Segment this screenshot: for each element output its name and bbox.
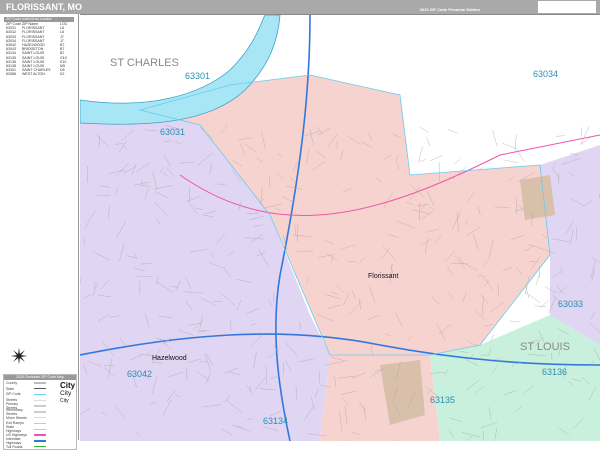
zip-table-row: 63386WEST ALTONK2 [4, 72, 74, 76]
zip-table-cell: K2 [60, 72, 64, 76]
legend-swatch [34, 434, 46, 436]
legend-swatch [34, 429, 46, 431]
zip-label: 63033 [558, 299, 583, 309]
legend-label: County [6, 381, 30, 385]
legend-swatch [34, 423, 46, 425]
legend-swatch [34, 411, 46, 413]
zip-label: 63031 [160, 127, 185, 137]
place-label: ST CHARLES [110, 57, 179, 69]
brand-logo [538, 1, 596, 13]
edition-label: 2020 ZIP Code Premium Edition [420, 7, 480, 12]
legend-swatch [34, 405, 46, 407]
legend-label: Minor Streets [6, 416, 30, 420]
legend-swatch [34, 400, 46, 402]
legend-swatch [34, 394, 46, 396]
legend-label: ZIP Code [6, 392, 30, 396]
header: FLORISSANT, MO 2020 ZIP Code Premium Edi… [0, 0, 600, 14]
zip-label: 63034 [533, 69, 558, 79]
zip-table-cell: 63386 [6, 72, 22, 76]
place-label: ST LOUIS [520, 341, 570, 353]
legend-swatch [34, 446, 46, 448]
legend-swatch [34, 440, 46, 442]
zip-index-table: ZIP Code Index/Grid Locator ZIP Code ZIP… [4, 17, 74, 76]
map-svg [80, 15, 600, 441]
zip-label: 63134 [263, 416, 288, 426]
map-legend: 2020 Florissant ZIP Code Map CountyState… [3, 374, 77, 450]
legend-item: Toll Roads [4, 444, 76, 450]
legend-swatch [34, 388, 46, 390]
map-canvas[interactable]: ST CHARLES ST LOUIS Florissant Hazelwood… [80, 14, 600, 440]
zip-table-cell: WEST ALTON [22, 72, 60, 76]
city-label: Hazelwood [152, 355, 187, 362]
zip-label: 63136 [542, 367, 567, 377]
legend-city-sizes: City City City [60, 382, 78, 404]
legend-label: State [6, 387, 30, 391]
compass-rose-icon: ✴ [10, 344, 28, 370]
legend-swatch [34, 417, 46, 419]
legend-city-label-small: City [60, 399, 78, 404]
legend-city-label-medium: City [60, 391, 78, 398]
legend-city-label-large: City [60, 382, 78, 390]
legend-label: Toll Roads [6, 445, 30, 449]
zip-label: 63042 [127, 369, 152, 379]
tan-area [520, 175, 555, 220]
zip-label: 63135 [430, 395, 455, 405]
city-label: Florissant [368, 273, 398, 280]
legend-swatch [34, 382, 46, 384]
map-title: FLORISSANT, MO [6, 2, 82, 12]
sidebar: ZIP Code Index/Grid Locator ZIP Code ZIP… [0, 14, 79, 440]
zip-label: 63301 [185, 71, 210, 81]
